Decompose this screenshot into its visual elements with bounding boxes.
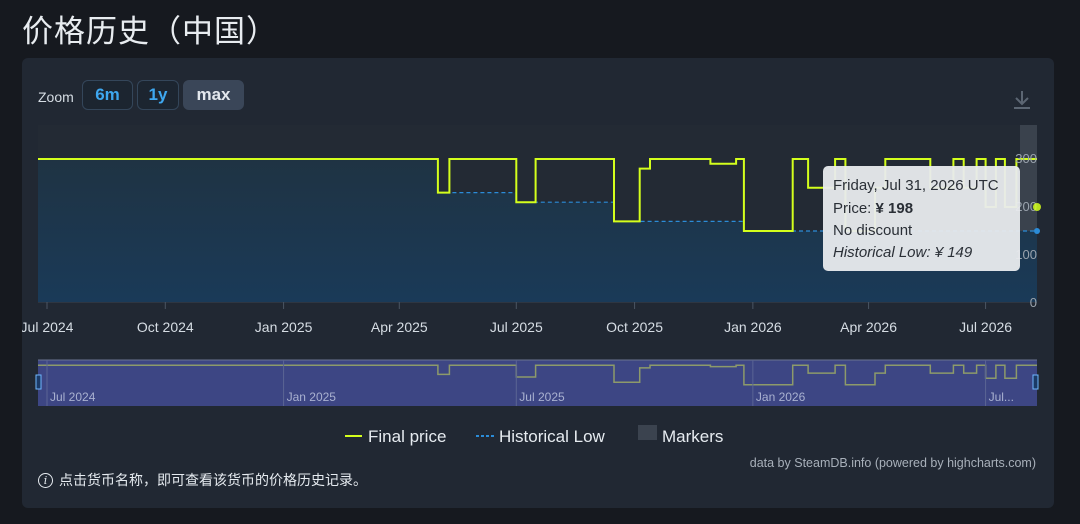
navigator-right-handle[interactable]	[1032, 374, 1039, 390]
legend-item-markers[interactable]: Markers	[638, 425, 723, 446]
navigator-tick-label: Jan 2025	[287, 390, 337, 404]
legend-markers-swatch	[638, 425, 657, 440]
navigator-left-handle[interactable]	[35, 374, 42, 390]
legend-historical-low-label: Historical Low	[499, 427, 606, 446]
navigator-tick-label: Jul 2024	[50, 390, 96, 404]
navigator-tick-label: Jan 2026	[756, 390, 806, 404]
x-tick-label: Apr 2025	[371, 319, 428, 335]
price-chart: 3002001000 Jul 2024 Oct 2024 Jan 2025 Apr 2…	[22, 125, 1041, 470]
tooltip-date: Friday, Jul 31, 2026 UTC	[833, 177, 999, 194]
legend-markers-label: Markers	[662, 427, 723, 446]
legend-item-final-price[interactable]: Final price	[345, 427, 446, 446]
x-tick-label: Jan 2025	[255, 319, 313, 335]
navigator-tick-label: Jul 2025	[519, 390, 565, 404]
legend: Final price Historical Low Markers	[345, 425, 723, 446]
info-icon: i	[38, 472, 53, 488]
navigator-tick-label: Jul...	[989, 390, 1014, 404]
x-tick-label: Jul 2024	[22, 319, 74, 335]
tooltip-price-label: Price:	[833, 200, 876, 217]
tooltip-historical-low: Historical Low: ¥ 149	[833, 244, 973, 261]
tooltip-price-value: ¥ 198	[876, 200, 914, 217]
x-tick-label: Jan 2026	[724, 319, 782, 335]
x-tick-label: Jul 2025	[490, 319, 543, 335]
x-tick-label: Apr 2026	[840, 319, 897, 335]
legend-final-price-label: Final price	[368, 427, 446, 446]
y-tick-label: 300	[1015, 151, 1037, 166]
final-price-hover-point	[1033, 203, 1041, 211]
tooltip: Friday, Jul 31, 2026 UTC Price: ¥ 198 No…	[823, 166, 1020, 271]
historical-low-hover-point	[1034, 228, 1040, 234]
footer-note-text: 点击货币名称，即可查看该货币的价格历史记录。	[59, 473, 367, 489]
x-tick-label: Jul 2026	[959, 319, 1012, 335]
tooltip-discount: No discount	[833, 222, 913, 239]
page-title: 价格历史（中国）	[22, 14, 278, 50]
y-tick-label: 0	[1030, 295, 1037, 310]
price-history-panel: Zoom 6m 1y max 300 200 100 0 Jul 2024 Oct 20…	[22, 58, 1054, 508]
chart-credits[interactable]: data by SteamDB.info (powered by highcha…	[750, 456, 1036, 470]
footer-note: i 点击货币名称，即可查看该货币的价格历史记录。	[38, 470, 367, 490]
x-tick-label: Oct 2025	[606, 319, 663, 335]
tooltip-price: Price: ¥ 198	[833, 200, 913, 217]
x-tick-label: Oct 2024	[137, 319, 194, 335]
legend-item-historical-low[interactable]: Historical Low	[476, 427, 606, 446]
